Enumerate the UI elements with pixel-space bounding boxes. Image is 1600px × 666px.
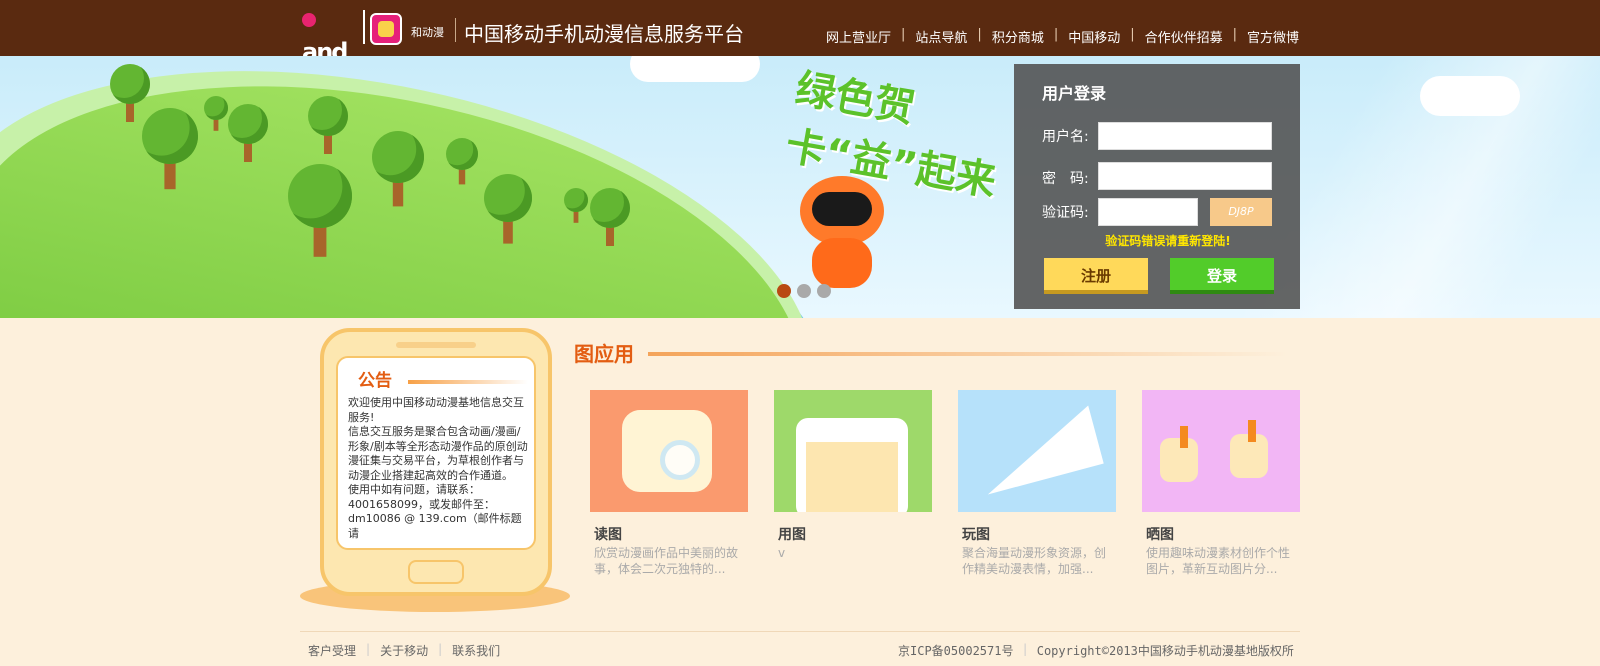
tree-decoration [288, 164, 352, 260]
login-panel: 用户登录 用户名: 密 码: 验证码: DJ8P 验证码错误请重新登陆! 注册 … [1014, 64, 1300, 309]
tree-decoration [564, 188, 588, 224]
tree-decoration [590, 188, 630, 248]
captcha-input[interactable] [1098, 198, 1198, 226]
footer-legal: 京ICP备05002571号 | Copyright©2013中国移动手机动漫基地… [898, 642, 1294, 659]
app-card-share[interactable]: 晒图 使用趣味动漫素材创作个性图片，革新互动图片分... [1142, 390, 1302, 590]
tree-decoration [228, 104, 268, 164]
footer-separator: | [438, 642, 443, 656]
hero-banner[interactable]: 绿色贺卡“益”起来 [0, 56, 1600, 318]
notice-title: 公告 [358, 371, 392, 391]
tree-decoration [142, 108, 198, 192]
carousel-dot[interactable] [777, 284, 791, 298]
nav-separator: | [1130, 27, 1135, 42]
footer-divider [300, 631, 1300, 632]
nav-separator: | [901, 27, 906, 42]
app-description: v [778, 546, 786, 560]
footer-links: 客户受理 | 关于移动 | 联系我们 [308, 642, 500, 659]
apps-section-title: 图应用 [574, 342, 634, 366]
footer-separator: | [1021, 642, 1029, 656]
copyright-text: Copyright©2013中国移动手机动漫基地版权所 [1036, 644, 1294, 658]
notice-text: 欢迎使用中国移动动漫基地信息交互服务! 信息交互服务是聚合包含动画/漫画/形象/… [348, 396, 528, 540]
use-phone-icon[interactable] [774, 390, 932, 512]
nav-china-mobile[interactable]: 中国移动 [1068, 27, 1120, 46]
password-label: 密 码: [1042, 171, 1089, 187]
notice-panel: 公告 欢迎使用中国移动动漫基地信息交互服务! 信息交互服务是聚合包含动画/漫画/… [336, 356, 536, 550]
notice-title-underline [408, 380, 528, 384]
top-header: and和 和动漫 中国移动手机动漫信息服务平台 网上营业厅 | 站点导航 | 积分商… [0, 0, 1600, 100]
site-title: 中国移动手机动漫信息服务平台 [464, 22, 744, 46]
logo-dot-icon [302, 13, 316, 27]
carousel-dot[interactable] [797, 284, 811, 298]
nav-separator: | [1232, 27, 1238, 42]
cloud-decoration [630, 56, 760, 82]
read-image-icon[interactable] [590, 390, 748, 512]
top-nav: 网上营业厅 | 站点导航 | 积分商城 | 中国移动 | 合作伙伴招募 | 官方微博 [826, 27, 1299, 46]
app-name[interactable]: 读图 [594, 524, 622, 544]
tree-decoration [372, 131, 424, 209]
carousel-dot[interactable] [817, 284, 831, 298]
hedongman-app-icon[interactable] [370, 13, 402, 45]
login-title: 用户登录 [1042, 84, 1107, 103]
username-input[interactable] [1098, 122, 1272, 150]
title-divider [455, 18, 456, 42]
app-card-use[interactable]: 用图 v [774, 390, 934, 590]
robot-mascot [790, 156, 900, 296]
tree-decoration [308, 96, 348, 156]
app-name[interactable]: 晒图 [1146, 524, 1174, 544]
app-card-read[interactable]: 读图 欣赏动漫画作品中美丽的故事，体会二次元独特的... [590, 390, 750, 590]
nav-online-hall[interactable]: 网上营业厅 [826, 27, 891, 46]
app-logo-label: 和动漫 [411, 26, 444, 39]
banner-carousel-dots [777, 284, 831, 298]
nav-separator: | [977, 27, 982, 42]
nav-official-weibo[interactable]: 官方微博 [1247, 27, 1299, 46]
nav-site-map[interactable]: 站点导航 [915, 27, 967, 46]
nav-separator: | [1053, 27, 1059, 42]
login-button[interactable]: 登录 [1170, 258, 1274, 294]
footer-separator: | [366, 642, 371, 656]
register-button[interactable]: 注册 [1044, 258, 1148, 294]
nav-points-mall[interactable]: 积分商城 [992, 27, 1044, 46]
app-description: 聚合海量动漫形象资源，创作精美动漫表情，加强... [962, 546, 1107, 576]
password-input[interactable] [1098, 162, 1272, 190]
share-photo-clip-icon[interactable] [1142, 390, 1300, 512]
tree-decoration [484, 174, 532, 246]
tree-decoration [204, 96, 228, 132]
and-logo[interactable]: and和 [302, 10, 354, 100]
app-card-play[interactable]: 玩图 聚合海量动漫形象资源，创作精美动漫表情，加强... [958, 390, 1118, 590]
footer-link-about[interactable]: 关于移动 [380, 642, 428, 659]
tree-decoration [446, 138, 478, 186]
footer-link-customer-service[interactable]: 客户受理 [308, 642, 356, 659]
login-error-message: 验证码错误请重新登陆! [1105, 234, 1231, 248]
apps-title-underline [648, 352, 1288, 356]
icp-number[interactable]: 京ICP备05002571号 [898, 642, 1013, 659]
app-name[interactable]: 玩图 [962, 524, 990, 544]
notice-phone-frame: 公告 欢迎使用中国移动动漫基地信息交互服务! 信息交互服务是聚合包含动画/漫画/… [320, 328, 552, 596]
footer-link-contact[interactable]: 联系我们 [452, 642, 500, 659]
username-label: 用户名: [1042, 129, 1089, 145]
cloud-decoration [1420, 76, 1520, 116]
phone-home-button [408, 560, 464, 584]
app-description: 使用趣味动漫素材创作个性图片，革新互动图片分... [1146, 546, 1291, 576]
captcha-label: 验证码: [1042, 205, 1089, 221]
nav-partner-recruit[interactable]: 合作伙伴招募 [1145, 27, 1223, 46]
phone-speaker [396, 342, 476, 348]
play-paper-plane-icon[interactable] [958, 390, 1116, 512]
logo-divider [363, 10, 365, 44]
app-description: 欣赏动漫画作品中美丽的故事，体会二次元独特的... [594, 546, 739, 576]
captcha-image[interactable]: DJ8P [1210, 198, 1272, 226]
app-name[interactable]: 用图 [778, 524, 806, 544]
